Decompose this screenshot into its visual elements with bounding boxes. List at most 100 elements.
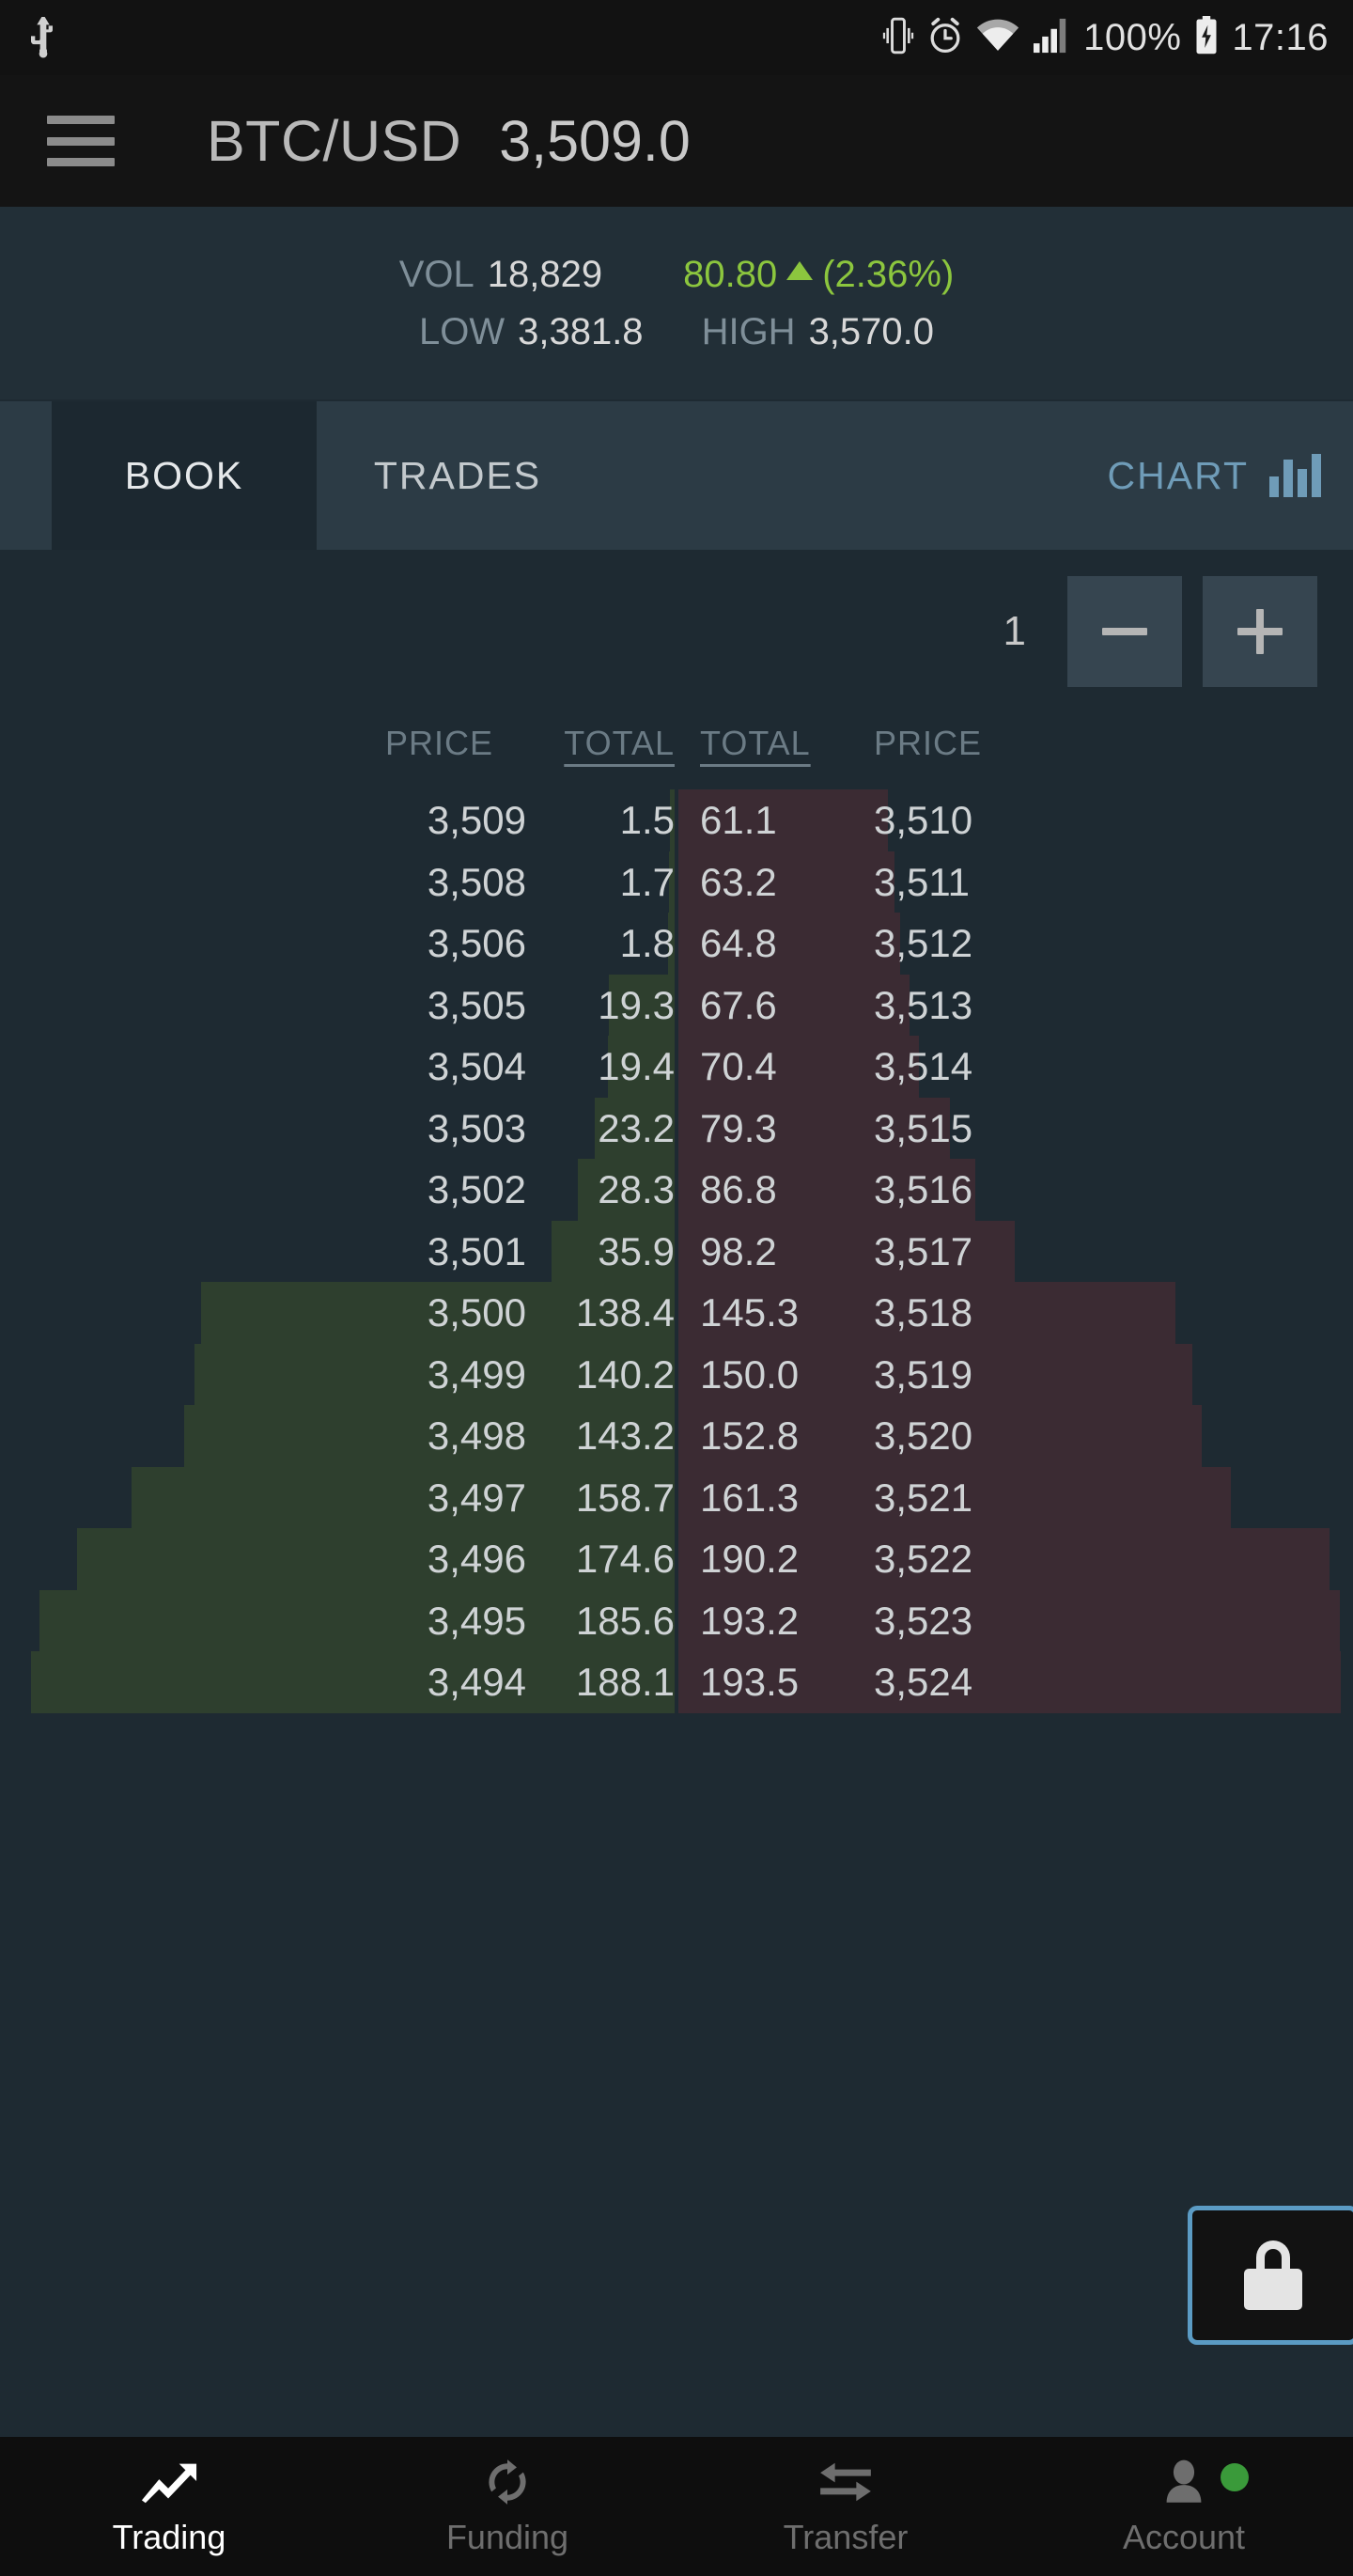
ask-total-cell: 70.4	[700, 1044, 777, 1088]
ask-total-cell: 145.3	[700, 1290, 800, 1335]
header-ask-total[interactable]: TOTAL	[700, 724, 811, 763]
ask-price-cell: 3,515	[874, 1105, 973, 1150]
orderbook-row[interactable]: 3,506 1.8 64.8 3,512	[0, 913, 1353, 975]
volume-value: 18,829	[487, 253, 603, 295]
page-title[interactable]: BTC/USD 3,509.0	[207, 108, 691, 174]
header-ask-price: PRICE	[874, 724, 983, 762]
bid-price-cell: 3,501	[427, 1228, 526, 1273]
bid-price-cell: 3,497	[427, 1475, 526, 1520]
orderbook-row[interactable]: 3,504 19.4 70.4 3,514	[0, 1036, 1353, 1098]
transfer-arrows-icon	[816, 2456, 875, 2508]
sync-refresh-icon	[481, 2456, 534, 2508]
orderbook-row[interactable]: 3,499 140.2 150.0 3,519	[0, 1343, 1353, 1405]
padlock-body	[1244, 2269, 1302, 2310]
ticker-stats-row-bottom: LOW 3,381.8 HIGH 3,570.0	[419, 311, 934, 353]
orderbook-row[interactable]: 3,502 28.3 86.8 3,516	[0, 1159, 1353, 1221]
tab-chart-label: CHART	[1107, 453, 1249, 497]
ask-price-cell: 3,524	[874, 1660, 973, 1704]
precision-increase-button[interactable]	[1203, 576, 1317, 687]
ask-price-cell: 3,518	[874, 1290, 973, 1335]
ask-total-cell: 150.0	[700, 1351, 800, 1397]
orderbook-row[interactable]: 3,497 158.7 161.3 3,521	[0, 1466, 1353, 1528]
orderbook-row[interactable]: 3,508 1.7 63.2 3,511	[0, 851, 1353, 913]
high-stat: HIGH 3,570.0	[702, 311, 934, 353]
trending-up-icon	[140, 2456, 198, 2508]
person-icon	[1162, 2456, 1249, 2508]
usb-icon	[24, 11, 62, 65]
hamburger-menu-icon[interactable]	[47, 116, 115, 166]
bid-total-cell: 1.7	[619, 859, 675, 904]
battery-percent-label: 100%	[1083, 16, 1182, 58]
hamburger-bar	[47, 116, 115, 124]
bid-total-cell: 158.7	[575, 1475, 675, 1520]
orderbook-header-row: PRICE TOTAL TOTAL PRICE	[0, 724, 1353, 789]
orderbook-row[interactable]: 3,505 19.3 67.6 3,513	[0, 974, 1353, 1036]
ask-total-cell: 79.3	[700, 1105, 777, 1150]
bid-total-cell: 140.2	[575, 1351, 675, 1397]
orderbook-row[interactable]: 3,501 35.9 98.2 3,517	[0, 1220, 1353, 1282]
online-status-dot	[1221, 2463, 1249, 2491]
precision-decrease-button[interactable]	[1067, 576, 1182, 687]
nav-item-funding[interactable]: Funding	[338, 2456, 676, 2557]
clock-label: 17:16	[1232, 16, 1329, 58]
orderbook-row[interactable]: 3,494 188.1 193.5 3,524	[0, 1651, 1353, 1713]
high-label: HIGH	[701, 310, 796, 352]
bid-total-cell: 174.6	[575, 1537, 675, 1581]
screen-lock-button[interactable]	[1188, 2206, 1353, 2345]
bid-total-cell: 19.3	[598, 982, 675, 1027]
bar-chart-bar	[1269, 476, 1279, 497]
ask-total-cell: 193.2	[700, 1598, 800, 1643]
orderbook-row[interactable]: 3,495 185.6 193.2 3,523	[0, 1589, 1353, 1651]
ask-total-cell: 193.5	[700, 1660, 800, 1704]
bid-price-cell: 3,498	[427, 1413, 526, 1458]
orderbook-row[interactable]: 3,498 143.2 152.8 3,520	[0, 1405, 1353, 1467]
bid-price-cell: 3,509	[427, 798, 526, 842]
ask-price-cell: 3,523	[874, 1598, 973, 1643]
ask-total-cell: 63.2	[700, 859, 777, 904]
nav-item-account[interactable]: Account	[1015, 2456, 1353, 2557]
nav-item-trading[interactable]: Trading	[0, 2456, 338, 2557]
tab-chart[interactable]: CHART	[1108, 401, 1321, 550]
tab-book[interactable]: BOOK	[52, 401, 317, 550]
trading-pair-label: BTC/USD	[207, 109, 462, 173]
tab-trades[interactable]: TRADES	[317, 401, 599, 550]
last-price-label: 3,509.0	[499, 109, 691, 173]
bid-price-cell: 3,494	[427, 1660, 526, 1704]
ticker-stats-row-top: VOL 18,829 80.80 (2.36%)	[399, 254, 955, 296]
ask-price-cell: 3,519	[874, 1351, 973, 1397]
header-bid-total[interactable]: TOTAL	[564, 724, 675, 763]
bar-chart-bar	[1298, 469, 1307, 497]
bid-price-cell: 3,502	[427, 1167, 526, 1211]
ticker-stats-bar: VOL 18,829 80.80 (2.36%) LOW 3,381.8 HIG…	[0, 207, 1353, 399]
ask-total-cell: 64.8	[700, 921, 777, 965]
orderbook-row[interactable]: 3,503 23.2 79.3 3,515	[0, 1097, 1353, 1159]
high-value: 3,570.0	[808, 310, 935, 352]
orderbook-row[interactable]: 3,509 1.5 61.1 3,510	[0, 789, 1353, 851]
bid-price-cell: 3,496	[427, 1537, 526, 1581]
orderbook-panel: 1 PRICE TOTAL TOTAL PRICE 3,509 1.5 61.1 3,…	[0, 550, 1353, 1758]
bar-chart-bar	[1312, 454, 1321, 497]
orderbook-row[interactable]: 3,496 174.6 190.2 3,522	[0, 1528, 1353, 1590]
status-bar-right: 100% 17:16	[882, 15, 1329, 60]
section-tabs: BOOK TRADES CHART	[0, 401, 1353, 550]
bid-price-cell: 3,499	[427, 1351, 526, 1397]
orderbook-row[interactable]: 3,500 138.4 145.3 3,518	[0, 1282, 1353, 1344]
bid-total-cell: 143.2	[575, 1413, 675, 1458]
nav-item-transfer[interactable]: Transfer	[676, 2456, 1015, 2557]
ask-total-cell: 190.2	[700, 1537, 800, 1581]
price-change-stat: 80.80 (2.36%)	[683, 254, 954, 296]
bid-price-cell: 3,506	[427, 921, 526, 965]
volume-label: VOL	[398, 253, 474, 295]
low-label: LOW	[418, 310, 505, 352]
ask-price-cell: 3,522	[874, 1537, 973, 1581]
ask-price-cell: 3,511	[874, 859, 970, 904]
ask-total-cell: 152.8	[700, 1413, 800, 1458]
cellular-signal-icon	[1033, 18, 1070, 58]
minus-icon	[1102, 628, 1147, 635]
bid-price-cell: 3,495	[427, 1598, 526, 1643]
ask-total-cell: 161.3	[700, 1475, 800, 1520]
precision-value: 1	[1003, 608, 1026, 654]
ask-price-cell: 3,521	[874, 1475, 973, 1520]
vibrate-icon	[882, 16, 914, 60]
ask-price-cell: 3,512	[874, 921, 973, 965]
